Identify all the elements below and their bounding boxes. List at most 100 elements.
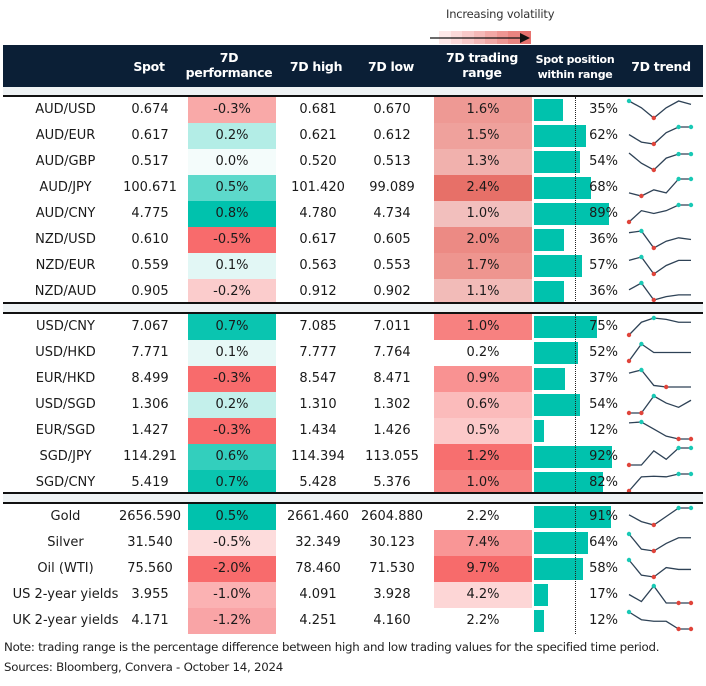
spot-position-cell: 36% bbox=[534, 227, 620, 253]
low-value: 7.011 bbox=[373, 319, 411, 334]
performance-cell: -0.3% bbox=[188, 366, 276, 392]
header-position: Spot position within range bbox=[536, 52, 615, 82]
trading-range-cell: 1.6% bbox=[434, 97, 532, 123]
trading-range-cell: 9.7% bbox=[434, 556, 532, 582]
table-row: NZD/EUR 0.559 0.1% 0.563 0.553 1.7% 57% bbox=[3, 253, 703, 279]
header-range-line1: 7D trading bbox=[445, 50, 519, 65]
low-value: 113.055 bbox=[365, 449, 419, 464]
spot-position-label: 52% bbox=[589, 345, 618, 360]
trend-line bbox=[629, 447, 691, 466]
trend-low-marker bbox=[651, 141, 656, 147]
trend-cell bbox=[623, 444, 697, 470]
trend-cell bbox=[623, 582, 697, 608]
spot-position-label: 62% bbox=[589, 128, 618, 143]
trend-high-marker bbox=[676, 471, 681, 477]
performance-cell: 0.2% bbox=[188, 123, 276, 149]
spot-position-bar bbox=[534, 281, 565, 303]
trend-low-marker bbox=[676, 626, 681, 632]
trend-sparkline bbox=[626, 98, 692, 121]
trend-low-marker bbox=[626, 358, 632, 364]
performance-cell: 0.0% bbox=[188, 149, 276, 175]
high-value: 0.563 bbox=[299, 258, 337, 273]
trading-range-cell: 4.2% bbox=[434, 582, 532, 608]
performance-cell: 0.5% bbox=[188, 175, 276, 201]
section-rule bbox=[3, 492, 703, 494]
spot-position-bar bbox=[534, 420, 545, 442]
trend-cell bbox=[623, 97, 697, 123]
low-value: 2604.880 bbox=[360, 509, 424, 524]
trend-sparkline bbox=[628, 228, 692, 251]
performance-cell: -1.2% bbox=[188, 608, 276, 634]
trend-cell bbox=[623, 123, 697, 149]
trend-cell bbox=[623, 149, 697, 175]
trend-sparkline bbox=[628, 176, 694, 199]
performance-cell: -0.3% bbox=[188, 418, 276, 444]
table-row: SGD/JPY 114.291 0.6% 114.394 113.055 1.2% 92% bbox=[3, 444, 703, 470]
trend-sparkline bbox=[628, 367, 691, 390]
low-value: 1.302 bbox=[373, 397, 411, 412]
high-value: 114.394 bbox=[291, 449, 345, 464]
spot-position-cell: 57% bbox=[534, 253, 620, 279]
trading-range-cell: 1.7% bbox=[434, 253, 532, 279]
performance-cell: 0.5% bbox=[188, 504, 276, 530]
performance-cell: 0.2% bbox=[188, 392, 276, 418]
spot-position-label: 17% bbox=[589, 587, 618, 602]
trend-cell bbox=[623, 530, 697, 556]
trend-cell bbox=[623, 608, 697, 634]
trend-sparkline bbox=[626, 393, 692, 416]
table-row: NZD/USD 0.610 -0.5% 0.617 0.605 2.0% 36% bbox=[3, 227, 703, 253]
performance-cell: -0.5% bbox=[188, 530, 276, 556]
spot-position-cell: 12% bbox=[534, 608, 620, 634]
trading-range-cell: 1.3% bbox=[434, 149, 532, 175]
spot-value: 2656.590 bbox=[118, 509, 182, 524]
spot-position-cell: 91% bbox=[534, 504, 620, 530]
performance-cell: 0.1% bbox=[188, 253, 276, 279]
spot-value: 4.775 bbox=[131, 206, 169, 221]
high-value: 0.621 bbox=[299, 128, 337, 143]
spot-position-bar bbox=[534, 229, 565, 251]
trend-high-marker bbox=[626, 557, 632, 563]
trading-range-cell: 7.4% bbox=[434, 530, 532, 556]
trend-low-marker bbox=[626, 332, 632, 338]
trend-high-marker bbox=[639, 280, 644, 286]
table-row: AUD/EUR 0.617 0.2% 0.621 0.612 1.5% 62% bbox=[3, 123, 703, 149]
trend-high-marker bbox=[639, 367, 644, 373]
spot-position-label: 57% bbox=[589, 258, 618, 273]
spot-position-label: 91% bbox=[589, 509, 618, 524]
trend-low-marker bbox=[688, 600, 694, 606]
trading-range-cell: 1.0% bbox=[434, 314, 532, 340]
section-strip bbox=[3, 304, 703, 312]
table-header: Spot 7D performance 7D high 7D low 7D tr… bbox=[3, 45, 703, 89]
spot-position-cell: 92% bbox=[534, 444, 620, 470]
high-value: 0.681 bbox=[299, 102, 337, 117]
trend-low-marker bbox=[651, 548, 656, 554]
trend-sparkline bbox=[628, 505, 694, 528]
spot-position-bar bbox=[534, 177, 592, 199]
trend-cell bbox=[623, 340, 697, 366]
range-midline bbox=[575, 97, 576, 305]
performance-cell: -0.5% bbox=[188, 227, 276, 253]
trend-cell bbox=[623, 175, 697, 201]
trading-range-cell: 2.0% bbox=[434, 227, 532, 253]
spot-value: 114.291 bbox=[123, 449, 177, 464]
low-value: 1.426 bbox=[373, 423, 411, 438]
trend-low-marker bbox=[651, 522, 656, 528]
performance-cell: 0.8% bbox=[188, 201, 276, 227]
trading-range-cell: 1.0% bbox=[434, 201, 532, 227]
trend-line bbox=[628, 533, 691, 552]
trend-line bbox=[628, 584, 691, 604]
trend-line bbox=[628, 343, 691, 362]
trend-high-marker bbox=[676, 151, 681, 157]
trend-low-marker bbox=[626, 219, 632, 225]
trend-low-marker bbox=[676, 436, 681, 442]
low-value: 30.123 bbox=[369, 535, 415, 550]
header-pos-line1: Spot position bbox=[535, 53, 615, 66]
trend-line bbox=[628, 559, 691, 578]
trend-sparkline bbox=[626, 445, 694, 468]
header-high: 7D high bbox=[289, 59, 343, 74]
sources: Sources: Bloomberg, Convera - October 14… bbox=[4, 660, 284, 674]
performance-cell: -0.3% bbox=[188, 97, 276, 123]
table-row: AUD/JPY 100.671 0.5% 101.420 99.089 2.4% 68% bbox=[3, 175, 703, 201]
trend-low-marker bbox=[626, 462, 632, 468]
trend-high-marker bbox=[676, 176, 681, 182]
